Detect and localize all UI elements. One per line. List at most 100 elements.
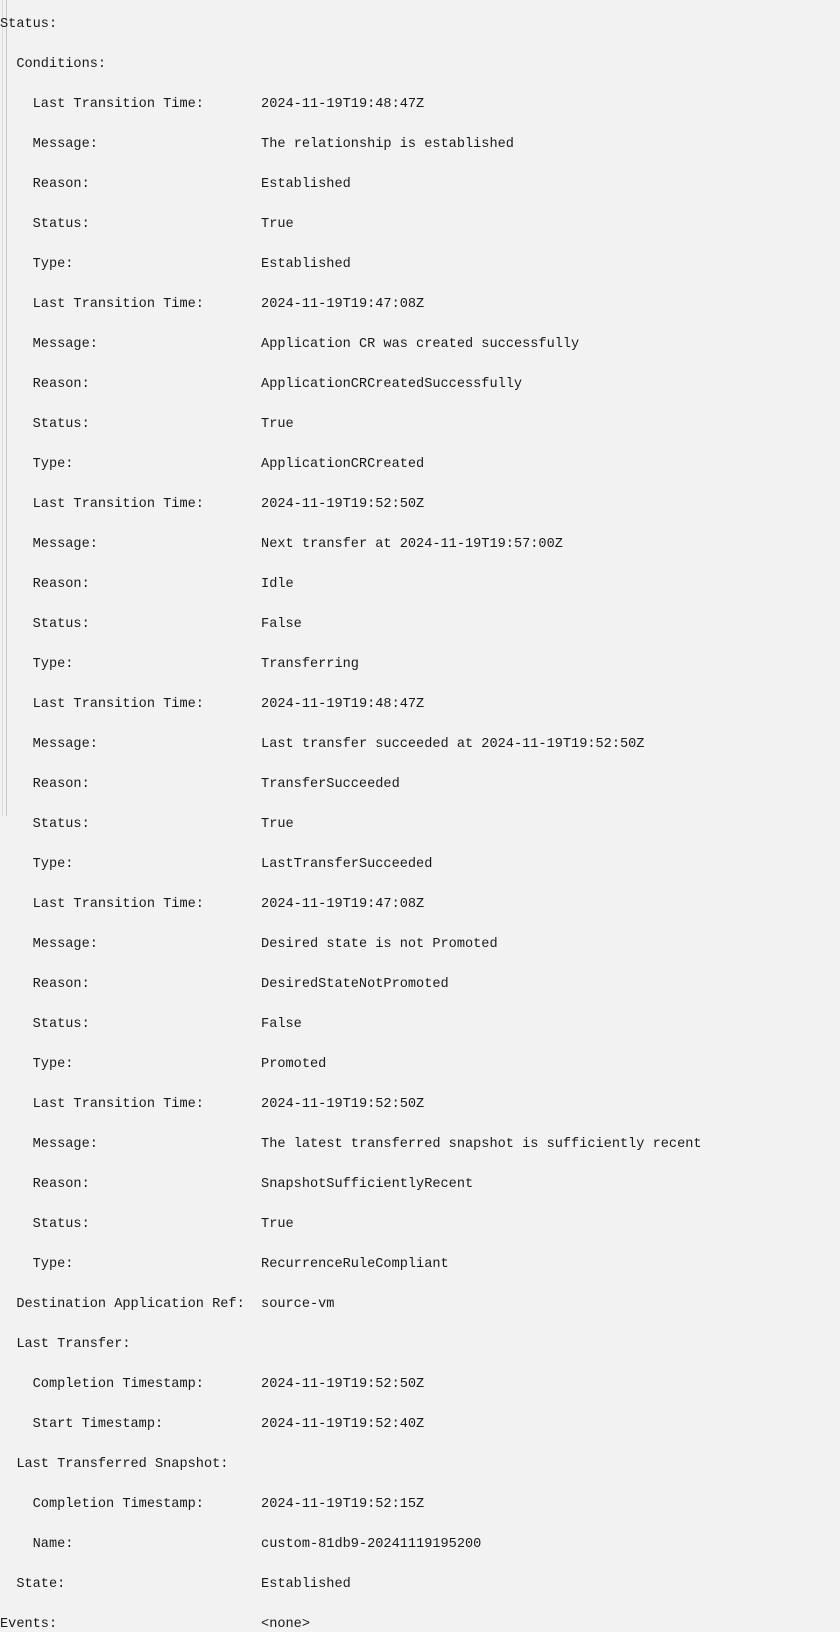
console-line: Last Transition Time: 2024-11-19T19:48:4… (0, 95, 840, 115)
field-value: True (89, 216, 294, 232)
console-line: Type: LastTransferSucceeded (0, 855, 840, 875)
console-line: Reason: Idle (0, 575, 840, 595)
field-key: Status: (0, 1216, 90, 1232)
console-line: Name: custom-81db9-20241119195200 (0, 1535, 840, 1555)
console-line: Message: Next transfer at 2024-11-19T19:… (0, 535, 840, 555)
field-key: Message: (0, 336, 98, 352)
console-line: Reason: ApplicationCRCreatedSuccessfully (0, 375, 840, 395)
field-value: 2024-11-19T19:52:15Z (203, 1496, 425, 1512)
field-value: 2024-11-19T19:52:50Z (203, 496, 425, 512)
field-key: Conditions: (0, 56, 107, 72)
field-key: Last Transition Time: (0, 496, 204, 512)
field-key: Last Transition Time: (0, 1096, 204, 1112)
console-line: Completion Timestamp: 2024-11-19T19:52:1… (0, 1495, 840, 1515)
console-line: Status: (0, 15, 840, 35)
console-line: Last Transition Time: 2024-11-19T19:47:0… (0, 895, 840, 915)
console-line: Status: False (0, 1015, 840, 1035)
console-line: Conditions: (0, 55, 840, 75)
field-key: Type: (0, 656, 74, 672)
field-value: ApplicationCRCreated (73, 456, 425, 472)
field-key: Last Transition Time: (0, 896, 204, 912)
field-key: Last Transition Time: (0, 96, 204, 112)
console-line: Type: ApplicationCRCreated (0, 455, 840, 475)
field-key: Type: (0, 1056, 74, 1072)
field-key: Reason: (0, 776, 90, 792)
field-value: The relationship is established (97, 136, 514, 152)
field-value: Established (89, 176, 351, 192)
field-key: Reason: (0, 576, 90, 592)
field-value: True (89, 1216, 294, 1232)
console-line: Status: True (0, 415, 840, 435)
field-value: 2024-11-19T19:47:08Z (203, 896, 425, 912)
field-key: Completion Timestamp: (0, 1496, 204, 1512)
console-line: Reason: SnapshotSufficientlyRecent (0, 1175, 840, 1195)
console-line: Reason: TransferSucceeded (0, 775, 840, 795)
field-key: Start Timestamp: (0, 1416, 164, 1432)
console-line: Completion Timestamp: 2024-11-19T19:52:5… (0, 1375, 840, 1395)
console-line: Status: True (0, 215, 840, 235)
field-key: Reason: (0, 376, 90, 392)
console-line: Status: False (0, 615, 840, 635)
field-value: False (89, 616, 302, 632)
field-key: Type: (0, 1256, 74, 1272)
field-value: TransferSucceeded (89, 776, 400, 792)
field-key: Last Transition Time: (0, 296, 204, 312)
field-value: Desired state is not Promoted (97, 936, 498, 952)
field-key: Completion Timestamp: (0, 1376, 204, 1392)
field-value: True (89, 416, 294, 432)
field-key: Status: (0, 216, 90, 232)
field-value: SnapshotSufficientlyRecent (89, 1176, 474, 1192)
field-key: Last Transition Time: (0, 696, 204, 712)
field-value: DesiredStateNotPromoted (89, 976, 449, 992)
field-key: Status: (0, 16, 58, 32)
console-line: Last Transition Time: 2024-11-19T19:52:5… (0, 1095, 840, 1115)
field-key: Type: (0, 256, 74, 272)
field-value: custom-81db9-20241119195200 (73, 1536, 482, 1552)
field-value: Promoted (73, 1056, 327, 1072)
field-key: Destination Application Ref: (0, 1296, 245, 1312)
field-key: Status: (0, 816, 90, 832)
field-key: Last Transfer: (0, 1336, 131, 1352)
console-line: State: Established (0, 1575, 840, 1595)
console-line: Type: Established (0, 255, 840, 275)
field-value: Transferring (73, 656, 359, 672)
console-line: Message: The latest transferred snapshot… (0, 1135, 840, 1155)
field-value: source-vm (244, 1296, 335, 1312)
terminal-window: Status: Conditions: Last Transition Time… (0, 0, 840, 1632)
field-value: 2024-11-19T19:48:47Z (203, 96, 425, 112)
field-key: Reason: (0, 976, 90, 992)
field-value: LastTransferSucceeded (73, 856, 433, 872)
field-key: Events: (0, 1616, 58, 1632)
field-value: ApplicationCRCreatedSuccessfully (89, 376, 523, 392)
console-line: Last Transfer: (0, 1335, 840, 1355)
field-value: 2024-11-19T19:47:08Z (203, 296, 425, 312)
field-value: Application CR was created successfully (97, 336, 580, 352)
field-value: False (89, 1016, 302, 1032)
field-value: The latest transferred snapshot is suffi… (97, 1136, 702, 1152)
console-line: Last Transition Time: 2024-11-19T19:47:0… (0, 295, 840, 315)
console-line: Start Timestamp: 2024-11-19T19:52:40Z (0, 1415, 840, 1435)
field-key: Message: (0, 136, 98, 152)
field-key: Message: (0, 536, 98, 552)
console-line: Type: RecurrenceRuleCompliant (0, 1255, 840, 1275)
field-key: State: (0, 1576, 66, 1592)
console-line: Reason: DesiredStateNotPromoted (0, 975, 840, 995)
console-line: Status: True (0, 815, 840, 835)
field-value: Established (73, 256, 351, 272)
console-line: Destination Application Ref: source-vm (0, 1295, 840, 1315)
console-line: Reason: Established (0, 175, 840, 195)
field-value: 2024-11-19T19:52:50Z (203, 1096, 425, 1112)
field-key: Message: (0, 1136, 98, 1152)
field-key: Type: (0, 856, 74, 872)
console-output[interactable]: Status: Conditions: Last Transition Time… (0, 14, 840, 1632)
field-key: Status: (0, 1016, 90, 1032)
field-value: Idle (89, 576, 294, 592)
field-value: True (89, 816, 294, 832)
field-value: 2024-11-19T19:48:47Z (203, 696, 425, 712)
field-key: Name: (0, 1536, 74, 1552)
field-value: 2024-11-19T19:52:50Z (203, 1376, 425, 1392)
field-value: 2024-11-19T19:52:40Z (163, 1416, 425, 1432)
field-value: <none> (57, 1616, 310, 1632)
console-line: Type: Promoted (0, 1055, 840, 1075)
field-key: Status: (0, 416, 90, 432)
